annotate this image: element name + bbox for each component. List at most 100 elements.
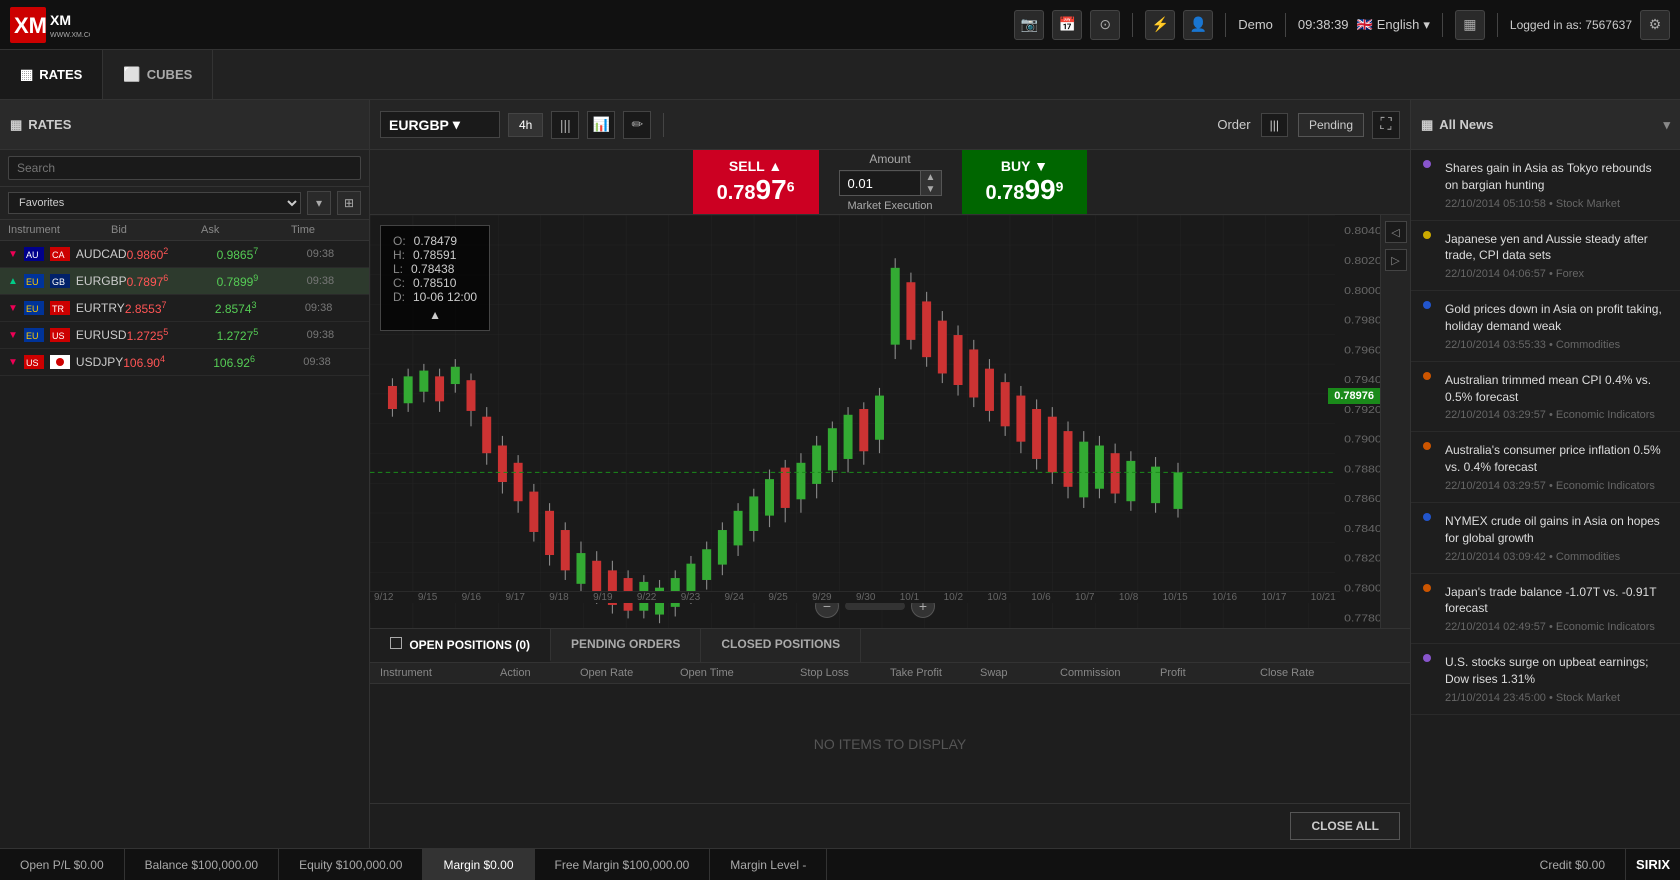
- cubes-label: CUBES: [147, 67, 193, 82]
- circle-icon[interactable]: ⊙: [1090, 10, 1120, 40]
- grid-icon[interactable]: ▦: [1455, 10, 1485, 40]
- rate-row-eurgbp[interactable]: ▲ EU GB EURGBP 0.78976 0.78999 09:38: [0, 268, 369, 295]
- flag-eu2: EU: [24, 301, 44, 315]
- status-credit: Credit $0.00: [1520, 849, 1626, 880]
- language-label: English: [1377, 17, 1420, 32]
- sell-label: SELL ▲: [717, 158, 795, 174]
- news-item-2[interactable]: Japanese yen and Aussie steady after tra…: [1411, 221, 1680, 292]
- rate-row-eurtry[interactable]: ▼ EU TR EURTRY 2.85537 2.85743 09:38: [0, 295, 369, 322]
- news-item-8[interactable]: U.S. stocks surge on upbeat earnings; Do…: [1411, 644, 1680, 715]
- tab-pending-orders[interactable]: PENDING ORDERS: [551, 629, 701, 662]
- language-selector[interactable]: 🇬🇧 English ▾: [1357, 17, 1430, 33]
- separator4: [1442, 13, 1443, 37]
- status-balance: Balance $100,000.00: [125, 849, 279, 880]
- rates-table: ▼ AU CA AUDCAD 0.98602 0.98657 09:38 ▲ E…: [0, 241, 369, 848]
- rate-row-usdjpy[interactable]: ▼ US USDJPY 106.904 106.926 09:38: [0, 349, 369, 376]
- bottom-panel: OPEN POSITIONS (0) PENDING ORDERS CLOSED…: [370, 628, 1410, 848]
- timeframe-4h[interactable]: 4h: [508, 113, 543, 137]
- news-dot-4: [1423, 372, 1431, 380]
- favorites-select[interactable]: Favorites: [8, 192, 301, 214]
- statusbar: Open P/L $0.00 Balance $100,000.00 Equit…: [0, 848, 1680, 880]
- svg-text:0.77800: 0.77800: [1344, 613, 1380, 624]
- col-time: Time: [291, 224, 361, 236]
- instrument-name: AUDCAD: [76, 247, 127, 261]
- flag-eu3: EU: [24, 328, 44, 342]
- side-icon-1[interactable]: ◁: [1385, 221, 1407, 243]
- news-item-4[interactable]: Australian trimmed mean CPI 0.4% vs. 0.5…: [1411, 362, 1680, 433]
- buy-label: BUY ▼: [986, 158, 1064, 174]
- news-dot-2: [1423, 231, 1431, 239]
- sell-button[interactable]: SELL ▲ 0.78976: [693, 150, 819, 214]
- svg-text:AU: AU: [26, 250, 39, 260]
- news-meta-4: 22/10/2014 03:29:57 • Economic Indicator…: [1445, 409, 1668, 421]
- svg-text:XM: XM: [50, 12, 71, 28]
- order-type-btn[interactable]: |||: [1261, 113, 1288, 137]
- news-collapse-btn[interactable]: ▾: [1663, 117, 1670, 133]
- instrument-name: EURUSD: [76, 328, 127, 342]
- calendar-icon[interactable]: 📅: [1052, 10, 1082, 40]
- col-open-rate: Open Rate: [580, 667, 680, 679]
- news-meta-2: 22/10/2014 04:06:57 • Forex: [1445, 268, 1668, 280]
- close-all-button[interactable]: CLOSE ALL: [1290, 812, 1400, 840]
- rate-row-eurusd[interactable]: ▼ EU US EURUSD 1.27255 1.27275 09:38: [0, 322, 369, 349]
- arrow-down-icon: ▼: [8, 249, 18, 260]
- instrument-name: EURGBP: [76, 274, 127, 288]
- svg-text:0.79800: 0.79800: [1344, 315, 1380, 326]
- bid-price: 1.27255: [127, 327, 217, 343]
- search-input[interactable]: [8, 156, 361, 180]
- positions-icon: [390, 637, 402, 649]
- amount-down[interactable]: ▼: [921, 183, 941, 195]
- lang-dropdown-icon: ▾: [1423, 17, 1430, 33]
- chart-toolbar: EURGBP ▾ 4h ||| 📊 ✏ Order ||| Pending ⛶: [370, 100, 1410, 150]
- pair-selector[interactable]: EURGBP ▾: [380, 111, 500, 138]
- tab-rates[interactable]: ▦ RATES: [0, 50, 103, 99]
- rate-row-audcad[interactable]: ▼ AU CA AUDCAD 0.98602 0.98657 09:38: [0, 241, 369, 268]
- exec-label: Market Execution: [848, 200, 933, 212]
- side-icon-2[interactable]: ▷: [1385, 249, 1407, 271]
- news-item-3[interactable]: Gold prices down in Asia on profit takin…: [1411, 291, 1680, 362]
- flag-icon: 🇬🇧: [1357, 17, 1373, 33]
- flag-au: AU: [24, 247, 44, 261]
- news-item-7[interactable]: Japan's trade balance -1.07T vs. -0.91T …: [1411, 574, 1680, 645]
- brand-label: SIRIX: [1626, 857, 1680, 872]
- camera-icon[interactable]: 📷: [1014, 10, 1044, 40]
- lightning-icon[interactable]: ⚡: [1145, 10, 1175, 40]
- amount-up[interactable]: ▲: [921, 171, 941, 183]
- col-profit: Profit: [1160, 667, 1260, 679]
- topbar: XM XM WWW.XM.COM 📷 📅 ⊙ ⚡ 👤 Demo 09:38:39…: [0, 0, 1680, 50]
- bid-price: 106.904: [123, 354, 213, 370]
- ohlc-arrow: ▲: [429, 308, 441, 322]
- chart-draw-icon[interactable]: ✏: [623, 111, 651, 139]
- pair-dropdown-icon: ▾: [453, 116, 460, 133]
- chart-scroll-bar[interactable]: [845, 602, 905, 610]
- flag-gb: GB: [50, 274, 70, 288]
- no-items-text: NO ITEMS TO DISPLAY: [814, 736, 966, 752]
- svg-text:EU: EU: [26, 277, 39, 287]
- news-item-6[interactable]: NYMEX crude oil gains in Asia on hopes f…: [1411, 503, 1680, 574]
- chart-candle-icon[interactable]: 📊: [587, 111, 615, 139]
- news-title-5: Australia's consumer price inflation 0.5…: [1445, 442, 1668, 476]
- current-price-tag: 0.78976: [1328, 388, 1380, 404]
- buy-price: 0.78999: [986, 174, 1064, 206]
- fullscreen-btn[interactable]: ⛶: [1372, 111, 1400, 139]
- news-item-1[interactable]: Shares gain in Asia as Tokyo rebounds on…: [1411, 150, 1680, 221]
- news-header-label: All News: [1439, 117, 1493, 132]
- news-list: Shares gain in Asia as Tokyo rebounds on…: [1411, 150, 1680, 848]
- news-item-5[interactable]: Australia's consumer price inflation 0.5…: [1411, 432, 1680, 503]
- news-title-2: Japanese yen and Aussie steady after tra…: [1445, 231, 1668, 265]
- filter-settings-btn[interactable]: ⊞: [337, 191, 361, 215]
- svg-text:0.80400: 0.80400: [1344, 226, 1380, 237]
- ohlc-low: 0.78438: [411, 262, 454, 276]
- tab-closed-positions[interactable]: CLOSED POSITIONS: [701, 629, 861, 662]
- tab-cubes[interactable]: ⬜ CUBES: [103, 50, 213, 99]
- separator5: [1497, 13, 1498, 37]
- separator2: [1225, 13, 1226, 37]
- filter-dropdown-btn[interactable]: ▾: [307, 191, 331, 215]
- amount-input[interactable]: [840, 172, 920, 195]
- buy-button[interactable]: BUY ▼ 0.78999: [962, 150, 1088, 214]
- settings-icon[interactable]: ⚙: [1640, 10, 1670, 40]
- person-icon[interactable]: 👤: [1183, 10, 1213, 40]
- tab-open-positions[interactable]: OPEN POSITIONS (0): [370, 629, 551, 662]
- chart-bars-icon[interactable]: |||: [551, 111, 579, 139]
- arrow-down-icon: ▼: [8, 357, 18, 368]
